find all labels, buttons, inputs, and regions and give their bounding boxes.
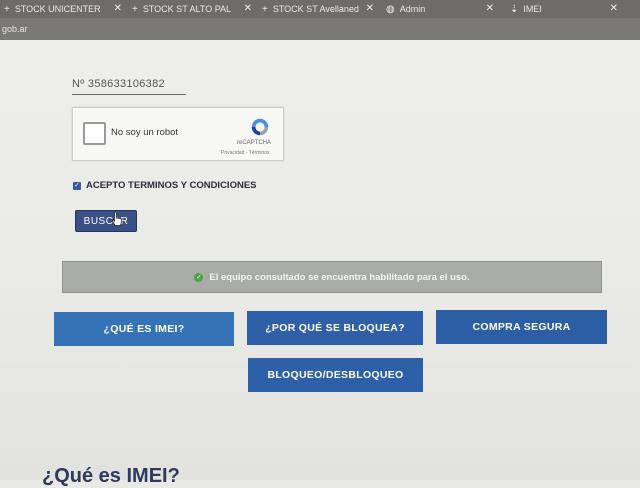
result-message: El equipo consultado se encuentra habili… xyxy=(209,271,470,283)
close-icon[interactable]: ✕ xyxy=(366,3,374,14)
imei-input[interactable]: Nº 358633106382 xyxy=(72,78,186,95)
check-circle-icon: ✓ xyxy=(194,272,204,282)
tab-label: STOCK ST Avellaneda xyxy=(272,4,359,14)
captcha-label: No soy un robot xyxy=(111,127,179,138)
browser-tab-bar: + STOCK UNICENTER ✕ + STOCK ST ALTO PAL … xyxy=(0,0,640,18)
close-icon[interactable]: ✕ xyxy=(114,3,122,14)
tab-label: STOCK UNICENTER xyxy=(14,4,101,14)
why-blocked-button[interactable]: ¿POR QUÉ SE BLOQUEA? xyxy=(247,311,423,345)
tab-label: IMEI xyxy=(523,4,542,14)
captcha-terms-link[interactable]: Privacidad - Términos xyxy=(221,150,270,156)
recaptcha-widget: No soy un robot reCAPTCHA Privacidad - T… xyxy=(72,107,284,161)
tab-label: Admin xyxy=(399,4,426,14)
block-unblock-button[interactable]: BLOQUEO/DESBLOQUEO xyxy=(248,358,423,392)
captcha-brand: reCAPTCHA xyxy=(237,140,272,146)
url-text: gob.ar xyxy=(2,24,28,34)
plus-icon: + xyxy=(262,3,268,15)
safe-purchase-button[interactable]: COMPRA SEGURA xyxy=(436,310,607,344)
address-bar[interactable]: gob.ar xyxy=(0,18,640,40)
close-icon[interactable]: ✕ xyxy=(610,3,618,14)
search-button[interactable]: BUSCAR xyxy=(75,210,137,232)
recaptcha-logo-icon xyxy=(251,118,269,136)
terms-checkbox-row[interactable]: ✓ ACEPTO TERMINOS Y CONDICIONES xyxy=(73,180,257,191)
what-is-imei-button[interactable]: ¿QUÉ ES IMEI? xyxy=(54,312,234,346)
hand-cursor-icon xyxy=(111,211,123,226)
page-content xyxy=(0,40,640,480)
tab-stock-alto-pal[interactable]: + STOCK ST ALTO PAL ✕ xyxy=(132,0,252,18)
result-status-banner: ✓ El equipo consultado se encuentra habi… xyxy=(62,261,602,293)
globe-icon: ◍ xyxy=(386,3,395,15)
terms-label: ACEPTO TERMINOS Y CONDICIONES xyxy=(86,180,257,191)
tab-admin[interactable]: ◍ Admin ✕ xyxy=(386,0,494,18)
tab-stock-unicenter[interactable]: + STOCK UNICENTER ✕ xyxy=(4,0,122,18)
captcha-checkbox[interactable] xyxy=(83,122,106,145)
close-icon[interactable]: ✕ xyxy=(486,3,494,14)
tab-stock-avellaneda[interactable]: + STOCK ST Avellaneda ✕ xyxy=(262,0,374,18)
terms-checkbox[interactable]: ✓ xyxy=(73,181,81,190)
download-icon: ⇣ xyxy=(510,3,519,15)
section-title: ¿Qué es IMEI? xyxy=(42,465,180,487)
plus-icon: + xyxy=(4,3,10,15)
tab-label: STOCK ST ALTO PAL xyxy=(142,4,232,14)
plus-icon: + xyxy=(132,3,138,15)
close-icon[interactable]: ✕ xyxy=(244,3,252,14)
tab-imei[interactable]: ⇣ IMEI ✕ xyxy=(510,0,618,18)
